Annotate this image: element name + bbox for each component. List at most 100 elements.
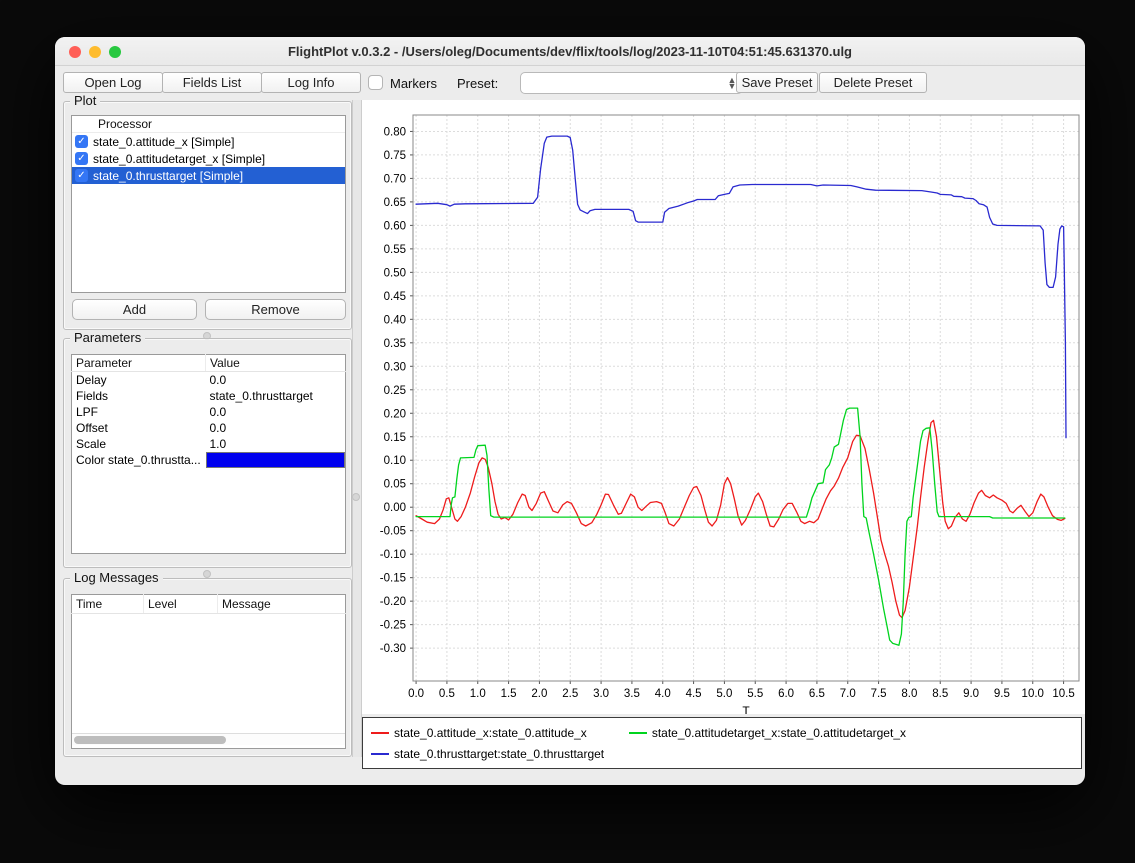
svg-text:0.25: 0.25 bbox=[384, 385, 406, 397]
legend-item-attitudetarget-x: state_0.attitudetarget_x:state_0.attitud… bbox=[629, 726, 906, 740]
svg-text:0.10: 0.10 bbox=[384, 455, 406, 467]
svg-text:4.5: 4.5 bbox=[686, 688, 702, 700]
svg-text:0.0: 0.0 bbox=[408, 688, 424, 700]
log-messages-table[interactable]: Time Level Message bbox=[71, 594, 346, 749]
svg-text:-0.30: -0.30 bbox=[380, 643, 406, 655]
window-title: FlightPlot v.0.3.2 - /Users/oleg/Documen… bbox=[55, 44, 1085, 59]
svg-text:-0.15: -0.15 bbox=[380, 573, 406, 585]
horizontal-splitter-handle[interactable] bbox=[203, 570, 211, 578]
parameters-col-parameter[interactable]: Parameter bbox=[72, 355, 206, 372]
svg-text:7.5: 7.5 bbox=[871, 688, 887, 700]
log-col-level[interactable]: Level bbox=[144, 595, 218, 614]
svg-text:0.40: 0.40 bbox=[384, 314, 406, 326]
add-button[interactable]: Add bbox=[72, 299, 197, 320]
checkbox-checked-icon[interactable]: ✓ bbox=[75, 169, 88, 182]
log-messages-group: Log Messages Time Level Message bbox=[63, 578, 352, 757]
chart-panel[interactable]: 0.0 0.5 1.0 1.5 2.0 2.5 3.0 3.5 4.0 4.5 5.0 5.5 6.0 6… bbox=[362, 100, 1085, 714]
svg-text:4.0: 4.0 bbox=[655, 688, 671, 700]
log-info-button[interactable]: Log Info bbox=[261, 72, 361, 93]
svg-text:10.5: 10.5 bbox=[1052, 688, 1074, 700]
open-log-button[interactable]: Open Log bbox=[63, 72, 163, 93]
table-row[interactable]: Delay 0.0 bbox=[72, 372, 346, 388]
markers-label: Markers bbox=[390, 76, 437, 91]
svg-text:0.30: 0.30 bbox=[384, 361, 406, 373]
plot-group: Plot Processor ✓ state_0.attitude_x [Sim… bbox=[63, 101, 352, 330]
svg-text:T: T bbox=[742, 704, 750, 714]
scrollbar-thumb[interactable] bbox=[74, 736, 226, 744]
svg-text:0.35: 0.35 bbox=[384, 338, 406, 350]
svg-text:9.5: 9.5 bbox=[994, 688, 1010, 700]
checkbox-checked-icon[interactable]: ✓ bbox=[75, 135, 88, 148]
list-item[interactable]: ✓ state_0.attitudetarget_x [Simple] bbox=[72, 150, 345, 167]
svg-text:0.05: 0.05 bbox=[384, 479, 406, 491]
horizontal-scrollbar[interactable] bbox=[72, 733, 345, 745]
fields-list-button[interactable]: Fields List bbox=[162, 72, 262, 93]
flightplot-window: FlightPlot v.0.3.2 - /Users/oleg/Documen… bbox=[55, 37, 1085, 785]
table-row[interactable]: Offset 0.0 bbox=[72, 420, 346, 436]
preset-label: Preset: bbox=[457, 76, 498, 91]
svg-text:1.0: 1.0 bbox=[470, 688, 486, 700]
svg-text:8.0: 8.0 bbox=[901, 688, 917, 700]
list-item-selected[interactable]: ✓ state_0.thrusttarget [Simple] bbox=[72, 167, 345, 184]
parameters-table[interactable]: Parameter Value Delay 0.0 Fields state_0… bbox=[71, 354, 346, 554]
svg-text:0.80: 0.80 bbox=[384, 126, 406, 138]
table-row[interactable]: Scale 1.0 bbox=[72, 436, 346, 452]
save-preset-button[interactable]: Save Preset bbox=[736, 72, 818, 93]
svg-text:-0.10: -0.10 bbox=[380, 549, 406, 561]
remove-button[interactable]: Remove bbox=[205, 299, 346, 320]
legend-item-attitude-x: state_0.attitude_x:state_0.attitude_x bbox=[371, 726, 587, 740]
parameters-group: Parameters Parameter Value Delay 0.0 Fie… bbox=[63, 338, 352, 568]
vertical-splitter[interactable] bbox=[352, 100, 362, 757]
list-item[interactable]: ✓ state_0.attitude_x [Simple] bbox=[72, 133, 345, 150]
svg-text:10.0: 10.0 bbox=[1022, 688, 1044, 700]
svg-text:0.75: 0.75 bbox=[384, 150, 406, 162]
svg-text:6.0: 6.0 bbox=[778, 688, 794, 700]
blue-line-swatch bbox=[371, 753, 389, 755]
table-row-color[interactable]: Color state_0.thrustta... bbox=[72, 452, 346, 468]
log-col-time[interactable]: Time bbox=[72, 595, 144, 614]
svg-text:3.5: 3.5 bbox=[624, 688, 640, 700]
vertical-splitter-handle[interactable] bbox=[352, 493, 360, 501]
table-row[interactable]: LPF 0.0 bbox=[72, 404, 346, 420]
chart-legend: state_0.attitude_x:state_0.attitude_x st… bbox=[362, 717, 1082, 769]
svg-text:0.5: 0.5 bbox=[439, 688, 455, 700]
parameters-group-title: Parameters bbox=[70, 330, 145, 345]
svg-text:3.0: 3.0 bbox=[593, 688, 609, 700]
markers-checkbox[interactable] bbox=[368, 75, 383, 90]
processor-column-header[interactable]: Processor bbox=[72, 116, 345, 133]
color-swatch[interactable] bbox=[207, 453, 345, 467]
preset-combobox[interactable]: ▲▼ bbox=[520, 72, 743, 94]
svg-text:0.70: 0.70 bbox=[384, 173, 406, 185]
svg-text:2.5: 2.5 bbox=[562, 688, 578, 700]
svg-text:0.65: 0.65 bbox=[384, 197, 406, 209]
svg-text:0.50: 0.50 bbox=[384, 267, 406, 279]
svg-text:-0.20: -0.20 bbox=[380, 596, 406, 608]
svg-text:6.5: 6.5 bbox=[809, 688, 825, 700]
svg-text:0.00: 0.00 bbox=[384, 502, 406, 514]
checkbox-checked-icon[interactable]: ✓ bbox=[75, 152, 88, 165]
svg-text:0.45: 0.45 bbox=[384, 291, 406, 303]
svg-text:2.0: 2.0 bbox=[531, 688, 547, 700]
svg-text:-0.25: -0.25 bbox=[380, 620, 406, 632]
log-messages-group-title: Log Messages bbox=[70, 570, 163, 585]
legend-item-thrusttarget: state_0.thrusttarget:state_0.thrusttarge… bbox=[371, 747, 604, 761]
log-col-message[interactable]: Message bbox=[218, 595, 346, 614]
svg-text:5.0: 5.0 bbox=[716, 688, 732, 700]
delete-preset-button[interactable]: Delete Preset bbox=[819, 72, 927, 93]
svg-text:9.0: 9.0 bbox=[963, 688, 979, 700]
svg-text:8.5: 8.5 bbox=[932, 688, 948, 700]
titlebar[interactable]: FlightPlot v.0.3.2 - /Users/oleg/Documen… bbox=[55, 37, 1085, 66]
processor-list[interactable]: Processor ✓ state_0.attitude_x [Simple] … bbox=[71, 115, 346, 293]
svg-text:0.55: 0.55 bbox=[384, 244, 406, 256]
green-line-swatch bbox=[629, 732, 647, 734]
svg-text:0.15: 0.15 bbox=[384, 432, 406, 444]
flight-plot-chart[interactable]: 0.0 0.5 1.0 1.5 2.0 2.5 3.0 3.5 4.0 4.5 5.0 5.5 6.0 6… bbox=[362, 100, 1085, 714]
svg-text:5.5: 5.5 bbox=[747, 688, 763, 700]
table-row[interactable]: Fields state_0.thrusttarget bbox=[72, 388, 346, 404]
svg-text:-0.05: -0.05 bbox=[380, 526, 406, 538]
svg-text:1.5: 1.5 bbox=[501, 688, 517, 700]
svg-text:7.0: 7.0 bbox=[840, 688, 856, 700]
parameters-col-value[interactable]: Value bbox=[206, 355, 346, 372]
svg-text:0.20: 0.20 bbox=[384, 408, 406, 420]
plot-group-title: Plot bbox=[70, 93, 100, 108]
